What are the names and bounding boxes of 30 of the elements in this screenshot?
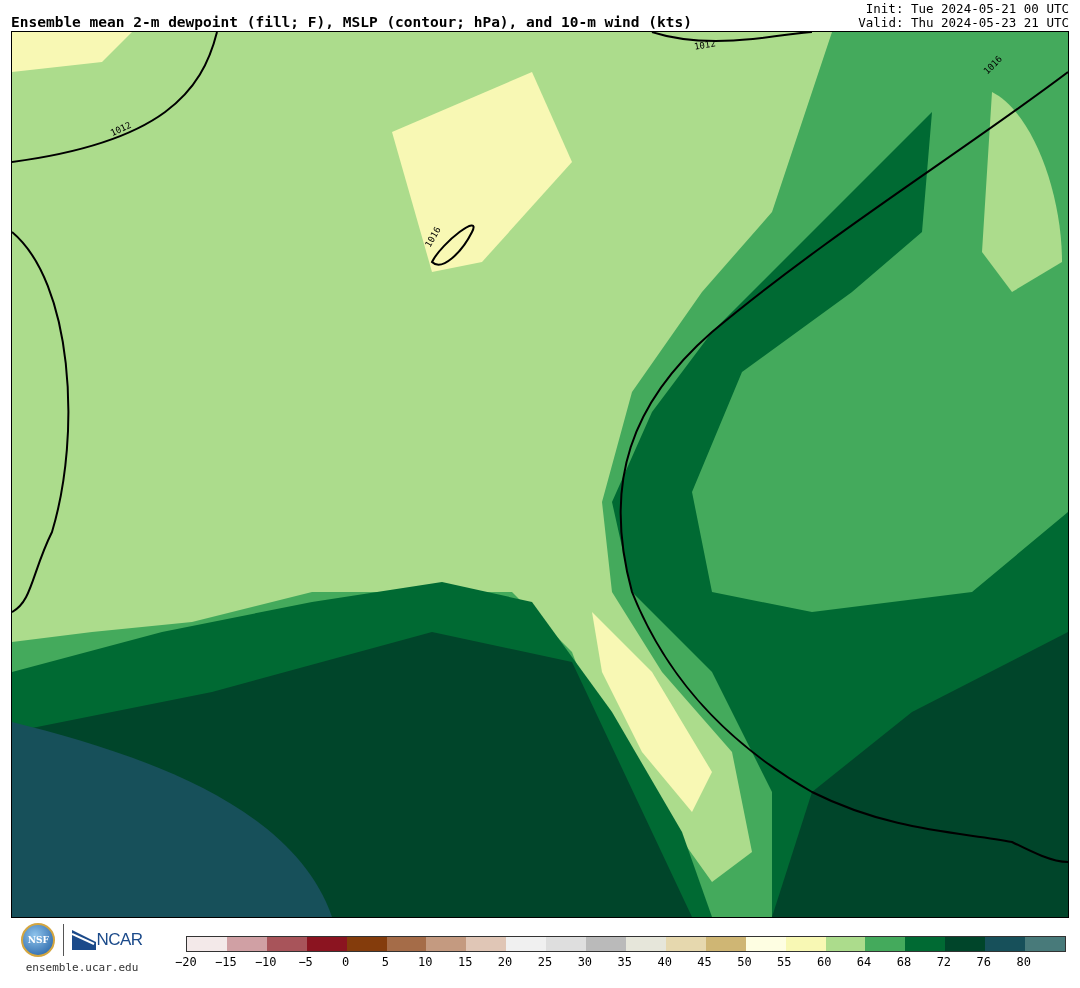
scale-label: 10 bbox=[417, 955, 434, 969]
scale-label: 72 bbox=[935, 955, 953, 969]
scale-label: −20 bbox=[174, 955, 198, 969]
scale-label: 68 bbox=[895, 955, 913, 969]
valid-time: Valid: Thu 2024-05-23 21 UTC bbox=[858, 16, 1069, 30]
scale-label: 0 bbox=[340, 955, 351, 969]
scale-label: 25 bbox=[536, 955, 554, 969]
scale-label: 64 bbox=[855, 955, 873, 969]
scale-label: 45 bbox=[696, 955, 713, 969]
scale-label: 30 bbox=[576, 955, 594, 969]
logo-text: NCAR bbox=[96, 930, 143, 950]
scale-label: 35 bbox=[616, 955, 633, 969]
scale-label: 55 bbox=[776, 955, 793, 969]
scale-label: −15 bbox=[214, 955, 238, 969]
scale-label: −10 bbox=[253, 955, 278, 969]
logo-text: NSF bbox=[27, 935, 49, 945]
scale-label: 5 bbox=[380, 955, 390, 969]
init-time: Init: Tue 2024-05-21 00 UTC bbox=[865, 2, 1069, 16]
scale-label: 50 bbox=[736, 955, 753, 969]
scale-label: −5 bbox=[297, 955, 314, 969]
scale-label: 60 bbox=[815, 955, 833, 969]
scale-label: 76 bbox=[975, 955, 992, 969]
scale-label: 40 bbox=[656, 955, 673, 969]
contour-label: 1012 bbox=[108, 119, 133, 139]
scale-label: 20 bbox=[496, 955, 514, 969]
scale-label: 80 bbox=[1015, 955, 1032, 969]
scale-label: 15 bbox=[456, 955, 474, 969]
chart-title: Ensemble mean 2-m dewpoint (fill; F), MSLP (contour; hPa), and 10-m wind (kts) bbox=[11, 14, 692, 30]
site-address: ensemble.ucar.edu bbox=[25, 961, 139, 974]
swoosh-logo-icon bbox=[72, 930, 97, 950]
